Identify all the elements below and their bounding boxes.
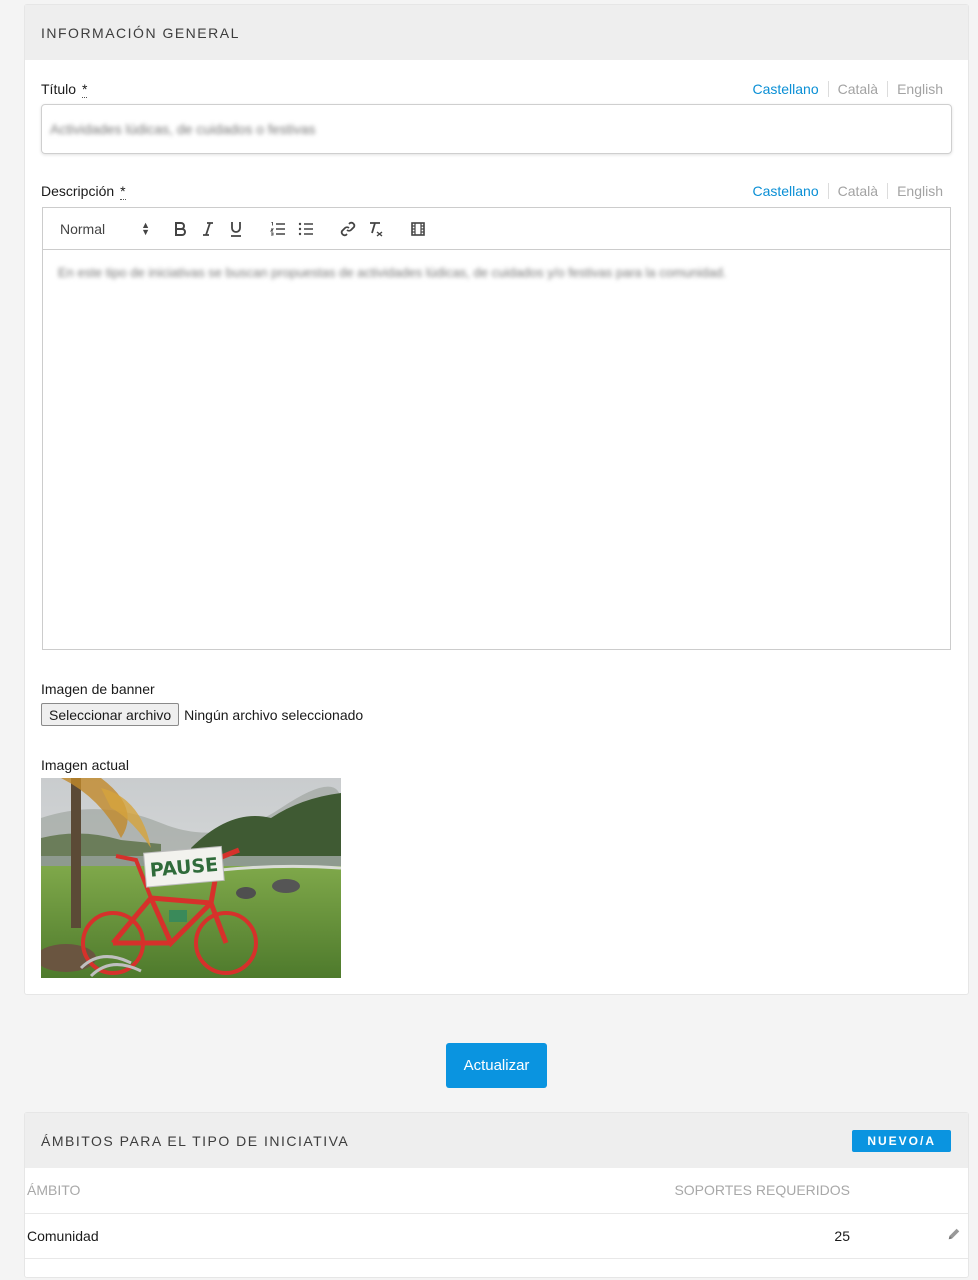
scopes-title: ÁMBITOS PARA EL TIPO DE INICIATIVA [41,1132,350,1149]
title-tab-english[interactable]: English [887,81,943,97]
ordered-list-icon [270,221,285,235]
film-icon [411,221,425,236]
title-label: Título * [41,81,88,98]
description-editor: Normal ▲ ▼ En este tipo de iniciativas s… [42,207,951,650]
video-button[interactable] [404,217,432,241]
column-header-soportes: SOPORTES REQUERIDOS [223,1168,938,1214]
bullet-list-button[interactable] [292,217,320,241]
ordered-list-button[interactable] [264,217,292,241]
link-icon [340,221,356,236]
banner-label: Imagen de banner [41,681,155,697]
general-info-card: INFORMACIÓN GENERAL Título * Castellano C… [24,4,969,995]
format-select[interactable]: Normal ▲ ▼ [60,219,150,237]
new-scope-button[interactable]: NUEVO/A [852,1129,951,1152]
scopes-table: ÁMBITO SOPORTES REQUERIDOS Comunidad 25 [25,1168,968,1259]
general-info-header: INFORMACIÓN GENERAL [25,5,968,60]
scopes-header: ÁMBITOS PARA EL TIPO DE INICIATIVA NUEVO… [25,1113,968,1168]
title-input[interactable]: Actividades lúdicas, de cuidados o festi… [41,104,952,154]
clear-format-icon [370,221,383,237]
description-text: En este tipo de iniciativas se buscan pr… [58,265,727,280]
banner-file-input: Seleccionar archivo Ningún archivo selec… [41,703,363,726]
edit-action-cell [938,1213,968,1259]
title-label-row: Título * Castellano Català English [41,81,943,98]
description-tab-catala[interactable]: Català [827,183,887,199]
title-tab-catala[interactable]: Català [827,81,887,97]
description-label: Descripción * [41,183,126,200]
general-info-title: INFORMACIÓN GENERAL [41,24,240,41]
title-input-value: Actividades lúdicas, de cuidados o festi… [50,121,316,137]
italic-icon [203,221,213,236]
underline-icon [231,221,241,237]
scopes-card: ÁMBITOS PARA EL TIPO DE INICIATIVA NUEVO… [24,1112,969,1278]
column-header-actions [938,1168,968,1214]
link-button[interactable] [334,217,362,241]
table-header-row: ÁMBITO SOPORTES REQUERIDOS [25,1168,968,1214]
description-tab-castellano[interactable]: Castellano [752,183,827,199]
update-button[interactable]: Actualizar [446,1043,547,1088]
title-tab-castellano[interactable]: Castellano [752,81,827,97]
description-tab-english[interactable]: English [887,183,943,199]
pencil-icon[interactable] [947,1228,961,1244]
format-select-value: Normal [60,220,106,237]
bicycle-pause-image: PAUSE [41,778,341,978]
clear-format-button[interactable] [362,217,390,241]
underline-button[interactable] [222,217,250,241]
bold-icon [175,221,186,236]
supports-required-cell: 25 [223,1213,938,1259]
select-arrows-icon: ▲ ▼ [141,219,150,237]
description-label-row: Descripción * Castellano Català English [41,183,943,200]
table-row: Comunidad 25 [25,1213,968,1259]
title-label-text: Título [41,81,77,97]
required-mark: * [120,183,126,200]
description-language-tabs: Castellano Català English [752,183,943,199]
required-mark: * [82,81,88,98]
select-file-button[interactable]: Seleccionar archivo [41,703,180,726]
file-status: Ningún archivo seleccionado [184,706,364,723]
editor-content[interactable]: En este tipo de iniciativas se buscan pr… [43,250,950,296]
current-banner-image: PAUSE [41,778,341,978]
editor-toolbar: Normal ▲ ▼ [43,208,950,250]
italic-button[interactable] [194,217,222,241]
scope-name-cell: Comunidad [25,1213,224,1259]
bullet-list-icon [298,222,313,235]
current-image-label: Imagen actual [41,757,129,773]
description-label-text: Descripción [41,183,115,199]
column-header-ambito: ÁMBITO [25,1168,224,1214]
title-language-tabs: Castellano Català English [752,81,943,97]
bold-button[interactable] [166,217,194,241]
